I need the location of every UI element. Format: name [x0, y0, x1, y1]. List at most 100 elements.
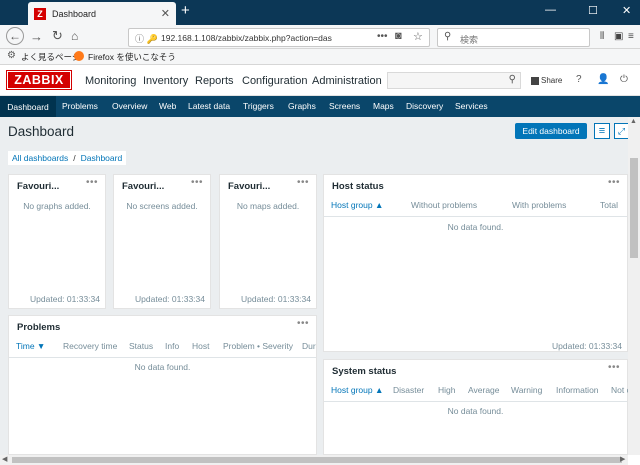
bookmark-firefox-tips[interactable]: Firefox を使いこなそう	[88, 51, 176, 63]
browser-search-field[interactable]: ⚲ 検索	[437, 28, 590, 47]
scroll-right-icon[interactable]: ▶	[620, 455, 625, 463]
col-host-group[interactable]: Host group ▲	[331, 385, 383, 395]
fullscreen-icon[interactable]: ⤢	[614, 123, 628, 139]
gear-icon: ⚙	[7, 50, 16, 61]
library-icon[interactable]: ⫴	[600, 31, 604, 42]
submenu-graphs[interactable]: Graphs	[288, 101, 316, 111]
widget-updated-time: Updated: 01:33:34	[30, 294, 100, 304]
submenu-triggers[interactable]: Triggers	[243, 101, 274, 111]
menu-configuration[interactable]: Configuration	[242, 75, 307, 87]
sign-out-icon[interactable]: ⏻	[620, 74, 628, 85]
widget-title: Favouri...	[228, 181, 271, 192]
submenu-dashboard[interactable]: Dashboard	[0, 96, 56, 117]
bookmark-star-icon[interactable]: ☆	[413, 30, 423, 43]
submenu-screens[interactable]: Screens	[329, 101, 360, 111]
help-icon[interactable]: ?	[576, 74, 582, 85]
widget-title: Favouri...	[17, 181, 60, 192]
widget-empty-message: No screens added.	[126, 201, 198, 211]
widget-host-status: Host status ••• Host group ▲ Without pro…	[323, 174, 628, 352]
menu-inventory[interactable]: Inventory	[143, 75, 188, 87]
zabbix-search-input[interactable]: ⚲	[387, 72, 521, 89]
bookmark-most-visited[interactable]: よく見るページ	[21, 51, 80, 63]
submenu-web[interactable]: Web	[159, 101, 176, 111]
widget-options-icon[interactable]: •••	[608, 177, 620, 188]
table-header: Host group ▲ Without problems With probl…	[324, 195, 627, 217]
maximize-icon[interactable]: ☐	[588, 4, 598, 17]
table-header: Host group ▲ Disaster High Average Warni…	[324, 380, 631, 402]
col-duration: Dur	[302, 341, 316, 351]
sidebar-icon[interactable]: ▣	[614, 31, 623, 42]
site-info-icon[interactable]: ⓘ 🔑	[135, 32, 158, 45]
submenu-services[interactable]: Services	[455, 101, 488, 111]
user-profile-icon[interactable]: 👤	[597, 74, 609, 85]
edit-dashboard-button[interactable]: Edit dashboard	[515, 123, 587, 139]
scroll-left-icon[interactable]: ◀	[2, 455, 7, 463]
widget-title: Host status	[332, 181, 384, 192]
browser-title-bar: Z Dashboard ✕ + — ☐ ✕	[0, 0, 640, 25]
reload-icon[interactable]: ↻	[52, 28, 63, 44]
horizontal-scroll-thumb[interactable]	[12, 457, 622, 463]
widget-empty-message: No graphs added.	[23, 201, 91, 211]
submenu-maps[interactable]: Maps	[373, 101, 394, 111]
table-empty-message: No data found.	[134, 362, 191, 372]
zabbix-header: ZABBIX Monitoring Inventory Reports Conf…	[0, 65, 640, 96]
vertical-scroll-thumb[interactable]	[630, 158, 638, 258]
widget-updated-time: Updated: 01:33:34	[135, 294, 205, 304]
submenu-discovery[interactable]: Discovery	[406, 101, 443, 111]
share-label: Share	[541, 76, 563, 85]
submenu-overview[interactable]: Overview	[112, 101, 147, 111]
search-icon[interactable]: ⚲	[509, 74, 516, 85]
menu-administration[interactable]: Administration	[312, 75, 382, 87]
col-host-group[interactable]: Host group ▲	[331, 200, 383, 210]
col-warning: Warning	[511, 385, 543, 395]
home-icon[interactable]: ⌂	[71, 29, 78, 43]
widget-options-icon[interactable]: •••	[297, 177, 309, 188]
url-bar[interactable]: ⓘ 🔑 192.168.1.108/zabbix/zabbix.php?acti…	[128, 28, 430, 47]
widget-empty-message: No maps added.	[236, 201, 300, 211]
hamburger-menu-icon[interactable]: ≡	[628, 31, 634, 42]
breadcrumb-separator: /	[73, 153, 76, 163]
widget-options-icon[interactable]: •••	[191, 177, 203, 188]
menu-reports[interactable]: Reports	[195, 75, 234, 87]
monitoring-submenu: Dashboard Problems Overview Web Latest d…	[0, 96, 640, 117]
col-with-problems: With problems	[512, 200, 567, 210]
widget-favourite-graphs: Favouri... ••• No graphs added. Updated:…	[8, 174, 106, 309]
close-tab-icon[interactable]: ✕	[161, 7, 170, 20]
submenu-problems[interactable]: Problems	[62, 101, 98, 111]
widget-options-icon[interactable]: •••	[297, 318, 309, 329]
zabbix-logo[interactable]: ZABBIX	[6, 70, 72, 90]
forward-arrow-icon[interactable]: →	[30, 29, 43, 44]
zabbix-favicon-icon: Z	[34, 7, 46, 20]
table-empty-message: No data found.	[447, 406, 504, 416]
new-tab-icon[interactable]: +	[181, 2, 190, 19]
share-button[interactable]: Share	[531, 76, 562, 85]
page-actions-icon[interactable]: •••	[377, 31, 388, 42]
browser-tab[interactable]: Z Dashboard ✕	[28, 2, 176, 25]
window-close-icon[interactable]: ✕	[622, 4, 631, 17]
col-recovery-time: Recovery time	[63, 341, 118, 351]
breadcrumb-dashboard[interactable]: Dashboard	[81, 153, 123, 163]
col-high: High	[438, 385, 456, 395]
submenu-latest-data[interactable]: Latest data	[188, 101, 230, 111]
widget-title: Favouri...	[122, 181, 165, 192]
breadcrumb: All dashboards / Dashboard	[8, 151, 127, 165]
col-time[interactable]: Time ▼	[16, 341, 45, 351]
col-information: Information	[556, 385, 599, 395]
dashboard-menu-icon[interactable]: ≡	[594, 123, 610, 139]
widget-favourite-maps: Favouri... ••• No maps added. Updated: 0…	[219, 174, 317, 309]
widget-updated-time: Updated: 01:33:34	[241, 294, 311, 304]
widget-title: System status	[332, 366, 397, 377]
menu-monitoring[interactable]: Monitoring	[85, 75, 136, 87]
minimize-icon[interactable]: —	[545, 4, 556, 16]
col-total: Total	[600, 200, 618, 210]
widget-options-icon[interactable]: •••	[86, 177, 98, 188]
back-arrow-icon[interactable]: ←	[6, 27, 24, 45]
col-info: Info	[165, 341, 180, 351]
widget-options-icon[interactable]: •••	[608, 362, 620, 373]
scroll-up-icon[interactable]: ▲	[630, 118, 637, 125]
url-text[interactable]: 192.168.1.108/zabbix/zabbix.php?action=d…	[161, 33, 351, 43]
breadcrumb-all-dashboards[interactable]: All dashboards	[12, 153, 68, 163]
widget-problems: Problems ••• Time ▼ Recovery time Status…	[8, 315, 317, 455]
bookmarks-bar: ⚙ よく見るページ Firefox を使いこなそう	[0, 49, 640, 65]
pocket-icon[interactable]: ◙	[395, 30, 402, 42]
